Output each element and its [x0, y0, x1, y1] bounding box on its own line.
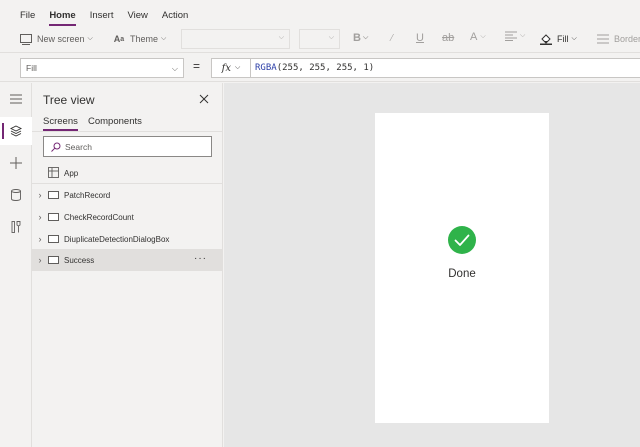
- screen-label: PatchRecord: [64, 190, 111, 200]
- left-rail: [0, 83, 32, 447]
- design-canvas: Done: [224, 83, 640, 447]
- close-icon[interactable]: [198, 93, 210, 105]
- italic-button[interactable]: /: [390, 32, 393, 44]
- font-size-select[interactable]: ⌵: [299, 29, 340, 49]
- insert-button[interactable]: [0, 149, 32, 177]
- tab-components[interactable]: Components: [88, 116, 142, 130]
- chevron-right-icon[interactable]: ›: [32, 190, 48, 200]
- tab-screens[interactable]: Screens: [43, 116, 78, 131]
- tabs-divider: [32, 131, 223, 132]
- search-input[interactable]: Search: [43, 136, 212, 157]
- bold-button[interactable]: B ⌵: [353, 32, 368, 44]
- border-label: Border: [614, 34, 640, 44]
- strikethrough-button[interactable]: ab: [442, 32, 454, 44]
- tree-view-panel: Tree view Screens Components Search App …: [32, 83, 223, 447]
- search-icon: [51, 142, 61, 152]
- plus-icon: [10, 157, 22, 169]
- ribbon-toolbar: New screen ⌵ Aa Theme ⌵ ⌵ ⌵ B ⌵ / U ab A ⌵…: [0, 26, 640, 52]
- tools-icon: [11, 221, 21, 233]
- hamburger-icon: [10, 94, 22, 104]
- formula-function-name: RGBA: [255, 63, 277, 73]
- tree-item-app[interactable]: App: [32, 162, 223, 184]
- paint-bucket-icon: [540, 33, 552, 45]
- chevron-down-icon: ⌵: [171, 64, 178, 73]
- chevron-down-icon: ⌵: [87, 35, 93, 42]
- screen-icon: [48, 191, 59, 199]
- app-icon: [48, 166, 59, 180]
- tree-view-title: Tree view: [43, 93, 95, 107]
- align-left-icon: [505, 31, 517, 41]
- formula-arguments: (255, 255, 255, 1): [276, 63, 375, 73]
- menu-file[interactable]: File: [20, 10, 35, 26]
- menu-insert[interactable]: Insert: [90, 10, 114, 26]
- screen-icon: [48, 235, 59, 243]
- new-screen-button[interactable]: New screen ⌵: [20, 29, 93, 49]
- underline-button[interactable]: U: [416, 32, 424, 44]
- app-screen-preview[interactable]: Done: [375, 113, 549, 423]
- app-label: App: [64, 168, 79, 178]
- fill-label: Fill: [557, 34, 569, 44]
- fx-button[interactable]: fx ⌵: [211, 58, 251, 78]
- database-icon: [11, 189, 21, 201]
- chevron-down-icon: ⌵: [328, 34, 334, 41]
- screen-icon: [48, 213, 59, 221]
- menu-bar: File Home Insert View Action: [0, 0, 640, 26]
- property-value: Fill: [26, 63, 37, 73]
- border-button[interactable]: Border: [597, 29, 640, 49]
- hamburger-menu-button[interactable]: [0, 85, 32, 113]
- menu-home[interactable]: Home: [49, 10, 77, 26]
- screen-label: DiuplicateDetectionDialogBox: [64, 234, 170, 244]
- chevron-down-icon: ⌵: [161, 35, 167, 42]
- tree-item-screen[interactable]: › PatchRecord: [32, 184, 223, 206]
- tree-item-screen[interactable]: › DiuplicateDetectionDialogBox: [32, 228, 223, 250]
- chevron-down-icon: ⌵: [278, 34, 284, 41]
- screen-icon: [48, 256, 59, 264]
- tree-item-screen[interactable]: › CheckRecordCount: [32, 206, 223, 228]
- search-placeholder: Search: [65, 141, 92, 152]
- tree-view-button[interactable]: [0, 117, 32, 145]
- tree-item-screen-selected[interactable]: › Success ···: [32, 249, 223, 271]
- data-button[interactable]: [0, 181, 32, 209]
- font-color-button[interactable]: A ⌵: [470, 31, 486, 43]
- border-icon: [597, 33, 609, 45]
- checkmark-circle-icon[interactable]: [448, 226, 476, 254]
- done-label[interactable]: Done: [375, 268, 549, 280]
- align-button[interactable]: ⌵: [505, 31, 525, 41]
- fx-icon: fx: [221, 62, 232, 74]
- theme-button[interactable]: Aa Theme ⌵: [113, 29, 167, 49]
- chevron-right-icon[interactable]: ›: [32, 212, 48, 222]
- fill-button[interactable]: Fill ⌵: [540, 29, 577, 49]
- chevron-down-icon: ⌵: [571, 35, 577, 42]
- advanced-tools-button[interactable]: [0, 213, 32, 241]
- menu-view[interactable]: View: [127, 10, 147, 26]
- chevron-right-icon[interactable]: ›: [32, 255, 48, 265]
- layers-icon: [10, 125, 22, 137]
- screen-label: CheckRecordCount: [64, 212, 134, 222]
- screen-label: Success: [64, 255, 95, 265]
- new-screen-icon: [20, 33, 32, 45]
- theme-icon: Aa: [113, 34, 125, 44]
- formula-bar: Fill ⌵ = fx ⌵ RGBA(255, 255, 255, 1): [0, 52, 640, 82]
- more-options-icon[interactable]: ···: [194, 253, 207, 264]
- menu-action[interactable]: Action: [162, 10, 188, 26]
- formula-input[interactable]: RGBA(255, 255, 255, 1): [251, 58, 640, 78]
- property-select[interactable]: Fill ⌵: [20, 58, 184, 78]
- chevron-right-icon[interactable]: ›: [32, 234, 48, 244]
- theme-label: Theme: [130, 34, 159, 44]
- equals-sign: =: [193, 59, 201, 73]
- new-screen-label: New screen: [37, 34, 85, 44]
- font-family-select[interactable]: ⌵: [181, 29, 290, 49]
- chevron-down-icon: ⌵: [235, 64, 241, 71]
